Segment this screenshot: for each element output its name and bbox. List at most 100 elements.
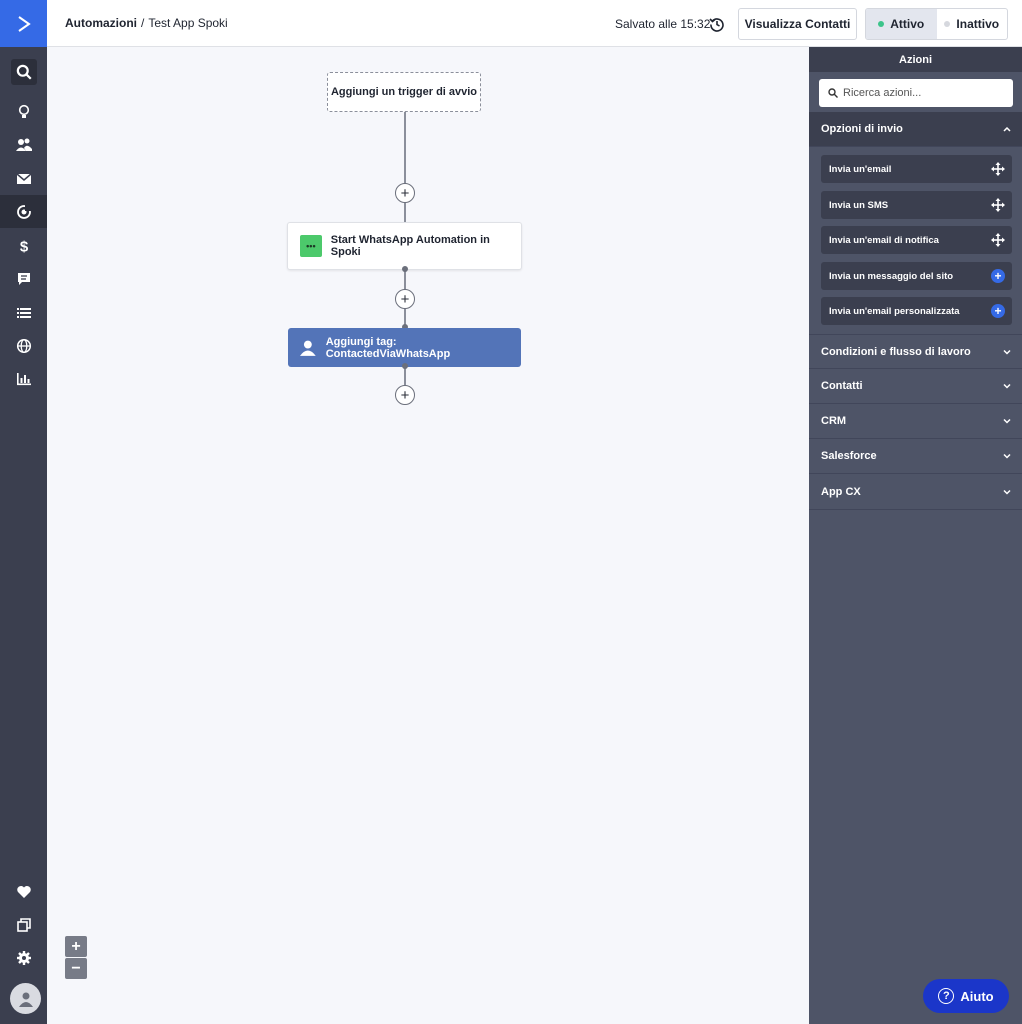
gear-icon: [16, 950, 31, 965]
actions-search-input[interactable]: [843, 87, 1003, 99]
toggle-inactive-label: Inattivo: [956, 17, 1000, 31]
nav-reports[interactable]: [0, 362, 47, 395]
breadcrumb-separator: /: [141, 16, 145, 30]
action-send-custom-email[interactable]: Invia un'email personalizzata +: [821, 297, 1012, 325]
breadcrumb: Automazioni / Test App Spoki: [65, 16, 228, 30]
plus-icon[interactable]: +: [991, 269, 1005, 283]
zoom-in-button[interactable]: +: [65, 936, 87, 957]
section-label: Contatti: [821, 380, 863, 392]
chat-icon: [17, 272, 30, 285]
search-icon: [828, 88, 838, 98]
nav-deals[interactable]: $: [0, 229, 47, 262]
bar-chart-icon: [16, 372, 31, 385]
help-label: Aiuto: [960, 988, 994, 1004]
nav-apps[interactable]: [0, 908, 47, 941]
action-send-notification-email[interactable]: Invia un'email di notifica: [821, 226, 1012, 254]
svg-text:$: $: [19, 238, 28, 254]
action-label: Invia un SMS: [829, 199, 889, 211]
add-tag-label: Aggiungi tag: ContactedViaWhatsApp: [325, 335, 451, 360]
contacts-icon: [15, 138, 32, 151]
toggle-active-label: Attivo: [890, 17, 925, 31]
section-label: App CX: [821, 486, 861, 498]
section-conditions-workflow[interactable]: Condizioni e flusso di lavoro: [809, 334, 1022, 369]
action-send-site-message[interactable]: Invia un messaggio del sito +: [821, 262, 1012, 290]
chevron-down-icon: [1003, 349, 1011, 355]
nav-conversations[interactable]: [0, 262, 47, 295]
section-label: Opzioni di invio: [821, 123, 903, 135]
active-dot-icon: [878, 21, 885, 27]
action-send-sms[interactable]: Invia un SMS: [821, 191, 1012, 219]
search-icon: [10, 58, 37, 85]
toggle-active[interactable]: Attivo: [866, 9, 937, 39]
zoom-out-button[interactable]: −: [65, 958, 87, 979]
help-button[interactable]: ? Aiuto: [923, 979, 1009, 1013]
action-label: Invia un'email personalizzata: [829, 305, 960, 317]
section-label: Condizioni e flusso di lavoro: [821, 345, 971, 358]
nav-campaigns[interactable]: [0, 162, 47, 195]
nav-lists[interactable]: [0, 296, 47, 329]
move-icon[interactable]: [991, 162, 1005, 176]
left-nav: $: [0, 0, 47, 1024]
dollar-icon: $: [19, 238, 28, 254]
user-avatar-icon: [18, 992, 33, 1007]
actions-panel: Azioni Opzioni di invio Invia un'email I…: [809, 47, 1022, 1024]
connector-dot: [402, 363, 408, 369]
action-label: Invia un'email: [829, 163, 892, 175]
add-step-button[interactable]: +: [395, 289, 415, 309]
action-send-email[interactable]: Invia un'email: [821, 155, 1012, 183]
nav-favorites[interactable]: [0, 875, 47, 908]
action-label: Invia un messaggio del sito: [829, 270, 954, 282]
plus-icon[interactable]: +: [991, 304, 1005, 318]
top-bar: Automazioni / Test App Spoki Salvato alle …: [47, 0, 1022, 47]
inactive-dot-icon: [944, 21, 951, 27]
section-contacts[interactable]: Contatti: [809, 369, 1022, 404]
connector-line: [404, 112, 406, 222]
logo-chevron-icon: [17, 15, 31, 32]
question-icon: ?: [938, 988, 955, 1004]
add-step-button[interactable]: +: [395, 183, 415, 203]
copy-icon: [16, 917, 31, 932]
section-label: CRM: [821, 415, 847, 427]
workflow-canvas[interactable]: Aggiungi un trigger di avvio + ••• Start…: [47, 47, 809, 1024]
history-icon[interactable]: [709, 16, 725, 32]
contact-icon: [299, 340, 316, 356]
chevron-down-icon: [1003, 383, 1011, 389]
automation-icon: [16, 204, 32, 219]
add-step-button[interactable]: +: [395, 385, 415, 405]
nav-website[interactable]: [0, 329, 47, 362]
connector-line: [404, 367, 406, 385]
toggle-inactive[interactable]: Inattivo: [937, 9, 1008, 39]
section-salesforce[interactable]: Salesforce: [809, 439, 1022, 474]
section-sending-options[interactable]: Opzioni di invio: [809, 112, 1022, 147]
nav-ideas[interactable]: [0, 95, 47, 128]
lightbulb-icon: [18, 104, 29, 118]
chevron-down-icon: [1003, 418, 1011, 424]
saved-status: Salvato alle 15:32: [615, 17, 711, 31]
breadcrumb-current: Test App Spoki: [148, 16, 228, 30]
add-trigger-node[interactable]: Aggiungi un trigger di avvio: [327, 72, 481, 112]
section-cx-apps[interactable]: App CX: [809, 475, 1022, 510]
move-icon[interactable]: [991, 233, 1005, 247]
actions-search[interactable]: [819, 79, 1013, 107]
move-icon[interactable]: [991, 198, 1005, 212]
app-logo[interactable]: [0, 0, 47, 47]
envelope-icon: [16, 172, 31, 184]
chevron-down-icon: [1003, 453, 1011, 459]
nav-settings[interactable]: [0, 941, 47, 974]
spoki-whatsapp-icon: •••: [300, 235, 322, 257]
breadcrumb-automations-link[interactable]: Automazioni: [65, 16, 137, 30]
section-crm[interactable]: CRM: [809, 404, 1022, 439]
section-label: Salesforce: [821, 450, 877, 462]
chevron-down-icon: [1003, 489, 1011, 495]
nav-automations[interactable]: [0, 195, 47, 228]
list-icon: [16, 307, 31, 318]
panel-title: Azioni: [809, 47, 1022, 72]
whatsapp-start-node[interactable]: ••• Start WhatsApp Automation in Spoki: [287, 222, 522, 270]
nav-contacts[interactable]: [0, 128, 47, 161]
action-label: Invia un'email di notifica: [829, 234, 939, 246]
whatsapp-start-label: Start WhatsApp Automation in Spoki: [330, 234, 490, 258]
avatar[interactable]: [10, 983, 41, 1014]
add-tag-node[interactable]: Aggiungi tag: ContactedViaWhatsApp: [288, 328, 521, 367]
view-contacts-button[interactable]: Visualizza Contatti: [738, 8, 857, 40]
nav-search[interactable]: [0, 55, 47, 88]
